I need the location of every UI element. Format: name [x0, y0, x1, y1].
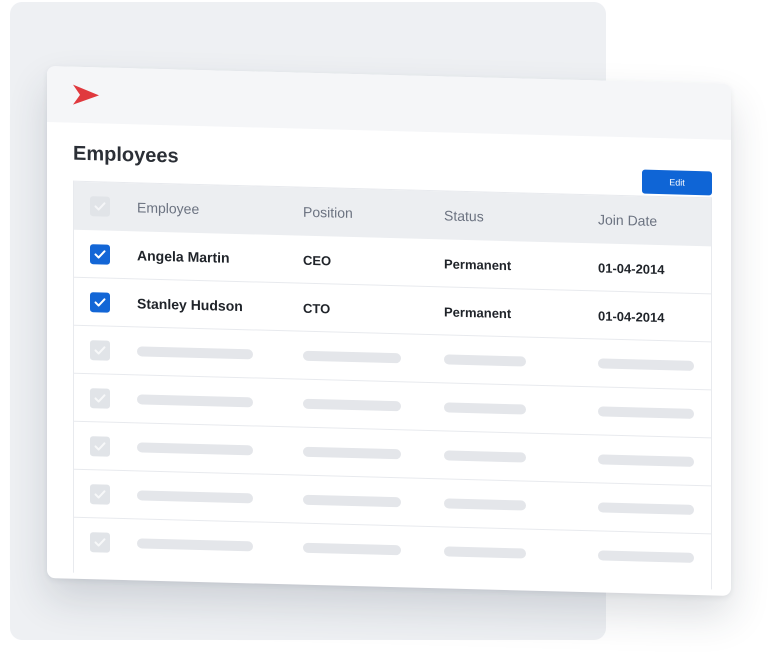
check-icon — [94, 490, 106, 499]
check-icon — [94, 202, 106, 211]
placeholder-bar — [137, 490, 253, 504]
placeholder-bar — [598, 358, 694, 371]
placeholder-bar — [444, 498, 526, 511]
row-checkbox[interactable] — [90, 532, 110, 553]
column-header-employee[interactable]: Employee — [137, 199, 199, 217]
placeholder-bar — [303, 446, 401, 460]
placeholder-bar — [444, 450, 526, 463]
employees-card: Employees Edit Employee Position Status … — [47, 66, 731, 596]
employees-table: Employee Position Status Join Date Angel… — [73, 180, 712, 590]
placeholder-bar — [444, 354, 526, 367]
placeholder-bar — [444, 546, 526, 559]
check-icon — [94, 250, 106, 259]
employee-status: Permanent — [444, 303, 512, 321]
placeholder-bar — [598, 406, 694, 419]
employee-name: Stanley Hudson — [137, 295, 243, 315]
stage: Employees Edit Employee Position Status … — [0, 0, 768, 653]
employee-status: Permanent — [444, 255, 512, 273]
placeholder-bar — [598, 454, 694, 467]
card-header — [47, 66, 731, 140]
row-checkbox[interactable] — [90, 244, 110, 265]
page-title: Employees — [73, 142, 179, 168]
edit-button[interactable]: Edit — [642, 169, 712, 196]
placeholder-bar — [137, 346, 253, 360]
check-icon — [94, 298, 106, 307]
column-header-join-date[interactable]: Join Date — [598, 211, 657, 229]
placeholder-bar — [598, 550, 694, 563]
check-icon — [94, 394, 106, 403]
row-checkbox[interactable] — [90, 388, 110, 409]
placeholder-bar — [303, 398, 401, 412]
row-checkbox[interactable] — [90, 292, 110, 313]
placeholder-bar — [444, 402, 526, 415]
check-icon — [94, 442, 106, 451]
placeholder-bar — [137, 538, 253, 552]
column-header-status[interactable]: Status — [444, 207, 484, 224]
placeholder-bar — [598, 502, 694, 515]
placeholder-bar — [303, 350, 401, 364]
row-checkbox[interactable] — [90, 340, 110, 361]
employee-position: CEO — [303, 252, 332, 268]
select-all-checkbox[interactable] — [90, 196, 110, 217]
row-checkbox[interactable] — [90, 484, 110, 505]
employee-join-date: 01-04-2014 — [598, 259, 665, 277]
check-icon — [94, 538, 106, 547]
column-header-position[interactable]: Position — [303, 204, 353, 221]
chevron-right-icon[interactable] — [71, 83, 101, 108]
placeholder-bar — [137, 442, 253, 456]
placeholder-bar — [303, 542, 401, 556]
employee-join-date: 01-04-2014 — [598, 307, 665, 325]
row-checkbox[interactable] — [90, 436, 110, 457]
check-icon — [94, 346, 106, 355]
placeholder-bar — [137, 394, 253, 408]
placeholder-bar — [303, 494, 401, 508]
employee-name: Angela Martin — [137, 247, 230, 266]
employee-position: CTO — [303, 300, 331, 316]
